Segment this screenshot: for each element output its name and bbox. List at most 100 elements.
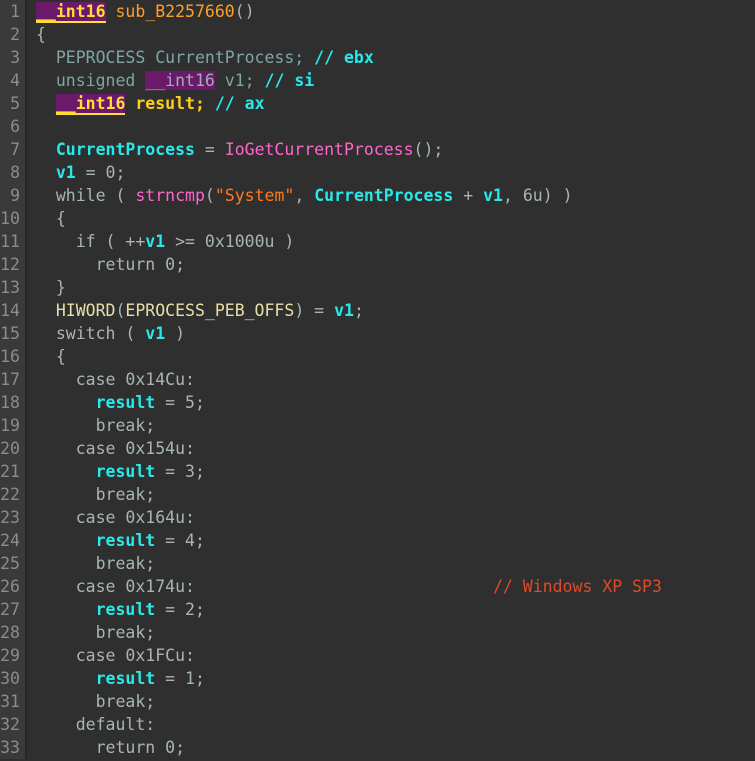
code-line[interactable]: 21 result = 3; bbox=[0, 460, 755, 483]
code-line[interactable]: 33 return 0; bbox=[0, 736, 755, 759]
code-line[interactable]: 5 __int16 result; // ax bbox=[0, 92, 755, 115]
token-variable[interactable]: CurrentProcess bbox=[56, 140, 195, 159]
token-variable[interactable]: v1 bbox=[334, 301, 354, 320]
code-line[interactable]: 24 result = 4; bbox=[0, 529, 755, 552]
code-content[interactable]: while ( strncmp("System", CurrentProcess… bbox=[27, 184, 755, 207]
code-content[interactable]: return 0; bbox=[27, 253, 755, 276]
code-content[interactable]: break; bbox=[27, 483, 755, 506]
code-line[interactable]: 10 { bbox=[0, 207, 755, 230]
token-case-label[interactable]: case 0x174u: bbox=[76, 577, 195, 596]
code-content[interactable]: CurrentProcess = IoGetCurrentProcess(); bbox=[27, 138, 755, 161]
token-variable-result[interactable]: result bbox=[96, 669, 156, 688]
token-variable[interactable]: v1 bbox=[145, 232, 165, 251]
code-line[interactable]: 2 { bbox=[0, 23, 755, 46]
code-line[interactable]: 4 unsigned __int16 v1; // si bbox=[0, 69, 755, 92]
code-line[interactable]: 29 case 0x1FCu: bbox=[0, 644, 755, 667]
code-content[interactable]: case 0x174u: // Windows XP SP3 bbox=[27, 575, 755, 598]
token-global-constant[interactable]: EPROCESS_PEB_OFFS bbox=[125, 301, 294, 320]
code-line[interactable]: 15 switch ( v1 ) bbox=[0, 322, 755, 345]
token-default-label[interactable]: default: bbox=[76, 715, 155, 734]
code-content[interactable]: result = 5; bbox=[27, 391, 755, 414]
code-line[interactable]: 8 v1 = 0; bbox=[0, 161, 755, 184]
token-type-highlighted[interactable]: __int16 bbox=[55, 94, 126, 115]
code-line[interactable]: 3 PEPROCESS CurrentProcess; // ebx bbox=[0, 46, 755, 69]
code-content[interactable]: default: bbox=[27, 713, 755, 736]
code-content[interactable]: { bbox=[27, 345, 755, 368]
code-line[interactable]: 19 break; bbox=[0, 414, 755, 437]
code-line[interactable]: 13 } bbox=[0, 276, 755, 299]
token-api-call[interactable]: IoGetCurrentProcess bbox=[225, 140, 414, 159]
token-case-label[interactable]: case 0x154u: bbox=[76, 439, 195, 458]
token-case-label[interactable]: case 0x164u: bbox=[76, 508, 195, 527]
token-string-literal[interactable]: "System" bbox=[215, 186, 294, 205]
code-line[interactable]: 18 result = 5; bbox=[0, 391, 755, 414]
token-function-name[interactable]: sub_B2257660 bbox=[115, 2, 234, 21]
token-variable[interactable]: CurrentProcess bbox=[314, 186, 453, 205]
code-line[interactable]: 11 if ( ++v1 >= 0x1000u ) bbox=[0, 230, 755, 253]
token-type[interactable]: PEPROCESS bbox=[56, 48, 145, 67]
token-api-call[interactable]: strncmp bbox=[135, 186, 205, 205]
code-content[interactable]: HIWORD(EPROCESS_PEB_OFFS) = v1; bbox=[27, 299, 755, 322]
code-content[interactable]: __int16 result; // ax bbox=[27, 92, 755, 115]
code-line[interactable]: 32 default: bbox=[0, 713, 755, 736]
code-content[interactable]: break; bbox=[27, 552, 755, 575]
code-content[interactable]: result = 3; bbox=[27, 460, 755, 483]
code-content[interactable]: break; bbox=[27, 621, 755, 644]
code-line[interactable]: 12 return 0; bbox=[0, 253, 755, 276]
code-content[interactable]: result = 4; bbox=[27, 529, 755, 552]
code-content[interactable]: case 0x14Cu: bbox=[27, 368, 755, 391]
token-variable[interactable]: CurrentProcess bbox=[155, 48, 294, 67]
line-number: 31 bbox=[0, 690, 27, 713]
code-content[interactable]: result = 2; bbox=[27, 598, 755, 621]
code-line[interactable]: 27 result = 2; bbox=[0, 598, 755, 621]
code-content[interactable]: case 0x164u: bbox=[27, 506, 755, 529]
pseudocode-editor[interactable]: 1 __int16 sub_B2257660() 2 { 3 PEPROCESS… bbox=[0, 0, 755, 761]
code-content[interactable]: v1 = 0; bbox=[27, 161, 755, 184]
code-content[interactable]: PEPROCESS CurrentProcess; // ebx bbox=[27, 46, 755, 69]
code-line[interactable]: 30 result = 1; bbox=[0, 667, 755, 690]
code-content[interactable]: unsigned __int16 v1; // si bbox=[27, 69, 755, 92]
token-variable[interactable]: v1 bbox=[56, 163, 76, 182]
code-content[interactable]: if ( ++v1 >= 0x1000u ) bbox=[27, 230, 755, 253]
code-content[interactable]: switch ( v1 ) bbox=[27, 322, 755, 345]
code-content[interactable]: { bbox=[27, 23, 755, 46]
code-line[interactable]: 23 case 0x164u: bbox=[0, 506, 755, 529]
code-line[interactable]: 28 break; bbox=[0, 621, 755, 644]
code-line[interactable]: 7 CurrentProcess = IoGetCurrentProcess()… bbox=[0, 138, 755, 161]
token-variable-result[interactable]: result bbox=[96, 531, 156, 550]
code-line[interactable]: 26 case 0x174u: // Windows XP SP3 bbox=[0, 575, 755, 598]
code-line[interactable]: 17 case 0x14Cu: bbox=[0, 368, 755, 391]
code-content[interactable]: { bbox=[27, 207, 755, 230]
token-variable-result[interactable]: result bbox=[96, 600, 156, 619]
code-line[interactable]: 20 case 0x154u: bbox=[0, 437, 755, 460]
code-content[interactable]: case 0x154u: bbox=[27, 437, 755, 460]
code-line[interactable]: 14 HIWORD(EPROCESS_PEB_OFFS) = v1; bbox=[0, 299, 755, 322]
code-line[interactable]: 16 { bbox=[0, 345, 755, 368]
code-line[interactable]: 22 break; bbox=[0, 483, 755, 506]
code-line[interactable]: 31 break; bbox=[0, 690, 755, 713]
token-case-label[interactable]: case 0x14Cu: bbox=[76, 370, 195, 389]
token-variable[interactable]: v1 bbox=[145, 324, 165, 343]
token-variable-result[interactable]: result bbox=[96, 462, 156, 481]
token-type-highlighted[interactable]: __int16 bbox=[36, 2, 106, 23]
code-content[interactable]: break; bbox=[27, 414, 755, 437]
code-line[interactable]: 25 break; bbox=[0, 552, 755, 575]
code-content[interactable]: } bbox=[27, 276, 755, 299]
token-macro-hiword[interactable]: HIWORD bbox=[56, 301, 116, 320]
token-variable[interactable]: v1 bbox=[225, 71, 245, 90]
token-variable-result[interactable]: result bbox=[135, 94, 195, 113]
code-content[interactable]: case 0x1FCu: bbox=[27, 644, 755, 667]
code-content[interactable]: __int16 sub_B2257660() bbox=[27, 0, 755, 23]
code-content[interactable]: break; bbox=[27, 690, 755, 713]
token-type-highlighted[interactable]: __int16 bbox=[145, 71, 215, 90]
code-content[interactable] bbox=[27, 115, 755, 138]
code-line[interactable]: 1 __int16 sub_B2257660() bbox=[0, 0, 755, 23]
code-line[interactable]: 9 while ( strncmp("System", CurrentProce… bbox=[0, 184, 755, 207]
code-content[interactable]: result = 1; bbox=[27, 667, 755, 690]
code-content[interactable]: return 0; bbox=[27, 736, 755, 759]
token-case-label[interactable]: case 0x1FCu: bbox=[76, 646, 195, 665]
token-variable[interactable]: v1 bbox=[483, 186, 503, 205]
token-variable-result[interactable]: result bbox=[96, 393, 156, 412]
code-line[interactable]: 6 bbox=[0, 115, 755, 138]
